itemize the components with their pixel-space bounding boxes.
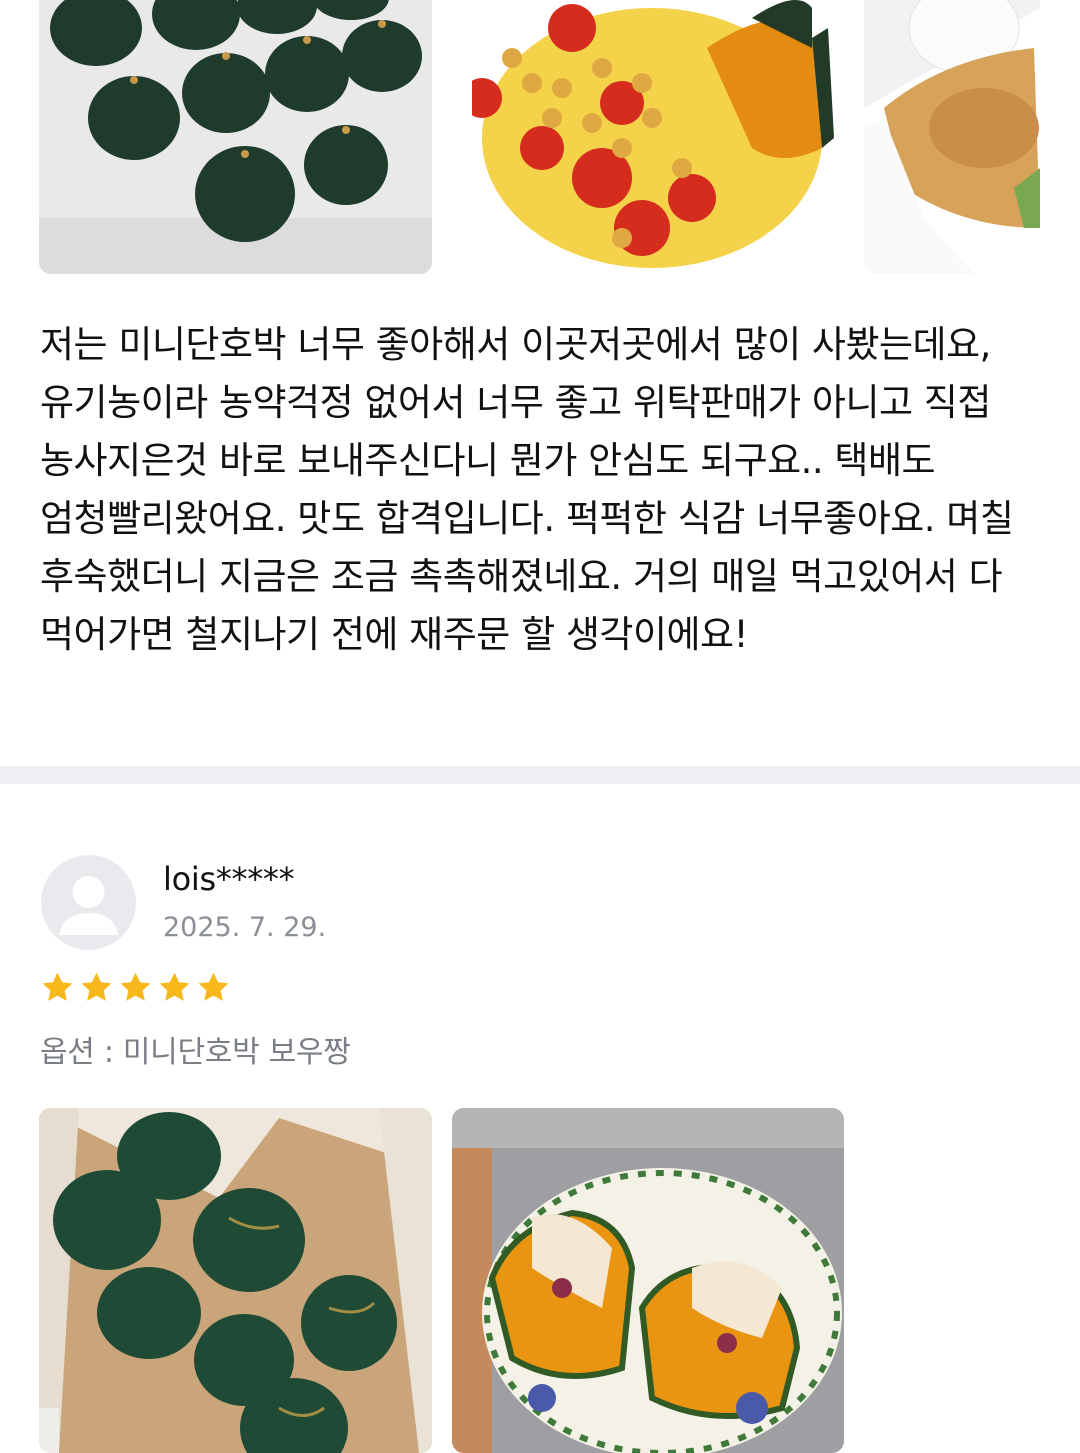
avatar — [41, 855, 136, 950]
review-body-text: 저는 미니단호박 너무 좋아해서 이곳저곳에서 많이 사봤는데요, 유기농이라 … — [40, 323, 1014, 656]
salad-with-egg-photo — [864, 0, 1040, 274]
pumpkins-in-box-photo — [39, 1108, 432, 1453]
review-photo-1[interactable] — [39, 0, 432, 274]
star-icon — [198, 972, 229, 1001]
pumpkins-on-white-cloth-photo — [39, 0, 432, 274]
review-photo-5[interactable] — [452, 1108, 844, 1453]
purchase-option: 옵션 : 미니단호박 보우짱 — [40, 1035, 351, 1070]
default-user-icon — [59, 876, 118, 935]
stuffed-pumpkin-plate-photo — [452, 1108, 844, 1453]
reviewer-username: lois***** — [163, 860, 295, 898]
review-date: 2025. 7. 29. — [163, 912, 327, 943]
star-icon — [81, 972, 112, 1001]
review-photo-2[interactable] — [452, 0, 844, 274]
review-divider — [0, 766, 1080, 784]
review-photo-3[interactable] — [864, 0, 1040, 274]
chickpea-tomato-pumpkin-bowl-photo — [452, 0, 844, 274]
star-icon — [120, 972, 151, 1001]
rating-stars — [40, 970, 231, 1005]
star-icon — [159, 972, 190, 1001]
review-photo-4[interactable] — [39, 1108, 432, 1453]
star-icon — [42, 972, 73, 1001]
